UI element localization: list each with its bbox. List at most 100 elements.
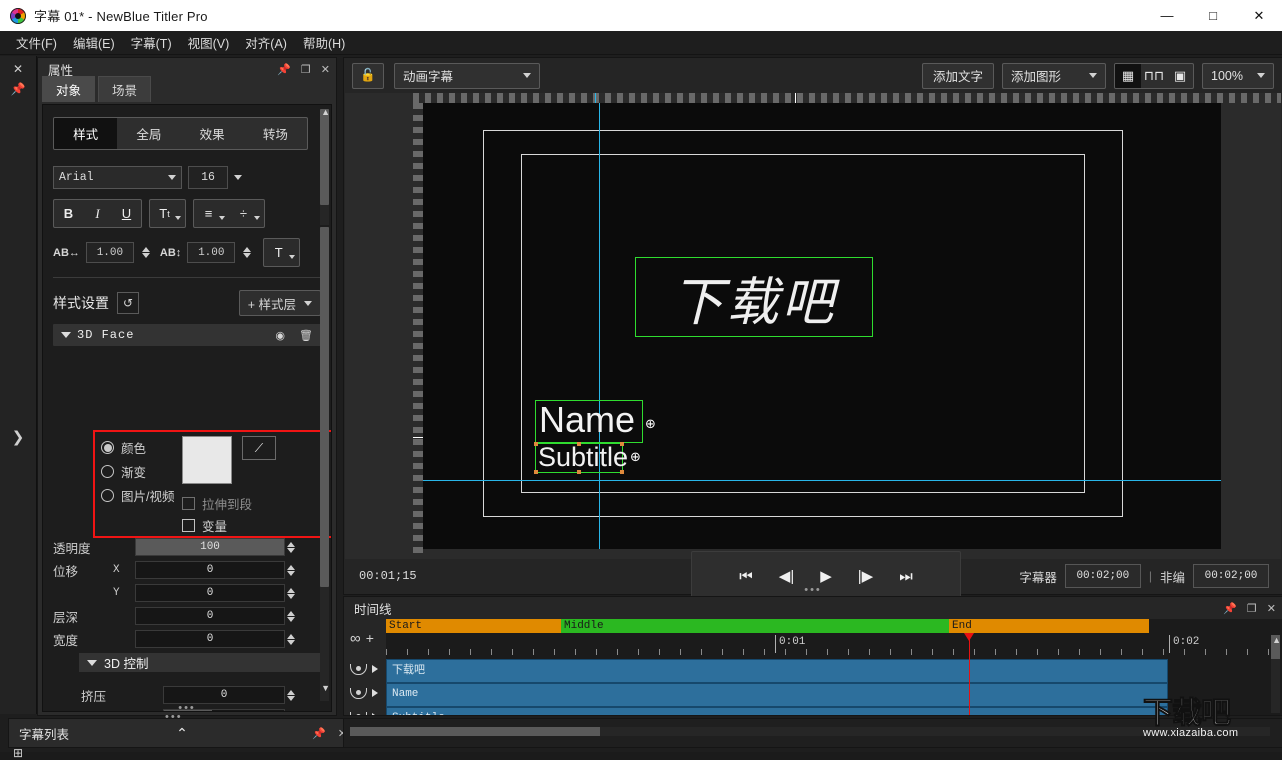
char-spacing-stepper[interactable] <box>142 247 150 258</box>
go-to-start-icon[interactable]: ⏮ <box>739 568 753 585</box>
rail-list-icon[interactable]: ⊞ <box>0 746 36 760</box>
preview-resize-dots[interactable]: ••• <box>804 584 822 596</box>
expand-chevron-up-icon[interactable]: ⌃ <box>176 725 188 742</box>
close-icon[interactable]: ✕ <box>1236 0 1282 31</box>
checkbox-variable[interactable]: 变量 <box>182 516 227 535</box>
field-opacity-stepper[interactable] <box>287 542 295 553</box>
titler-duration-input[interactable]: 00:02;00 <box>1065 564 1141 588</box>
menu-help[interactable]: 帮助(H) <box>295 30 353 55</box>
grid-icon[interactable]: ▦ <box>1115 64 1141 88</box>
field-depth-input[interactable]: 0 <box>135 607 285 625</box>
reset-style-icon[interactable]: ↺ <box>117 292 139 314</box>
timeline-close-icon[interactable]: ✕ <box>1267 602 1276 615</box>
text-tool-chevron-icon[interactable] <box>289 255 295 259</box>
track-visibility-icon[interactable] <box>350 664 367 675</box>
track-expand-icon[interactable] <box>372 689 378 697</box>
timeline-pin-icon[interactable]: 📌 <box>1223 602 1237 615</box>
timeline-scrollbar[interactable] <box>1271 635 1280 713</box>
eyedropper-icon[interactable]: ⟋ <box>242 436 276 460</box>
align-icon[interactable]: ≡ <box>194 201 223 226</box>
fill-color-swatch[interactable] <box>182 436 232 484</box>
radio-image-icon[interactable] <box>101 489 114 502</box>
section-3d-control[interactable]: 3D 控制 <box>79 653 329 672</box>
properties-scrollbar-upper[interactable] <box>320 109 329 225</box>
text-tool-icon[interactable]: T <box>264 240 293 265</box>
tab-object[interactable]: 对象 <box>42 76 95 102</box>
table-row[interactable]: Name <box>386 683 1168 707</box>
track-expand-icon[interactable] <box>372 713 378 716</box>
ruler-icon[interactable]: ⊓⊓ <box>1141 64 1167 88</box>
radio-gradient-icon[interactable] <box>101 465 114 478</box>
previous-frame-icon[interactable]: ◀| <box>779 567 794 585</box>
play-icon[interactable]: ▶ <box>820 567 832 585</box>
fill-mode-gradient[interactable]: 渐变 <box>101 462 174 481</box>
field-offset-y-stepper[interactable] <box>287 588 295 599</box>
field-opacity-input[interactable]: 100 <box>135 538 285 556</box>
fill-mode-color[interactable]: 颜色 <box>101 438 174 457</box>
text-case-icon[interactable]: Tt <box>150 201 179 226</box>
playhead[interactable] <box>969 633 970 715</box>
subtitle-list-pin-icon[interactable]: 📌 <box>312 727 326 740</box>
font-size-chevron-icon[interactable] <box>234 175 242 180</box>
field-width-stepper[interactable] <box>287 634 295 645</box>
properties-scrollbar-lower[interactable] <box>320 227 329 701</box>
field-depth-stepper[interactable] <box>287 611 295 622</box>
canvas-object-name[interactable]: Name <box>535 400 643 443</box>
guide-horizontal[interactable] <box>423 480 1221 481</box>
tab-scene[interactable]: 场景 <box>98 76 151 102</box>
3d-control-collapse-icon[interactable] <box>87 660 97 666</box>
scroll-up-arrow-icon[interactable]: ▲ <box>321 107 330 117</box>
font-size-input[interactable]: 16 <box>188 166 228 189</box>
field-width-input[interactable]: 0 <box>135 630 285 648</box>
canvas-object-title[interactable]: 下载吧 <box>635 257 873 337</box>
layer-header-3d-face[interactable]: 3D Face ◉ 🗑 <box>53 324 321 346</box>
segment-effects[interactable]: 效果 <box>181 118 244 149</box>
close-panel-icon[interactable]: ✕ <box>321 63 330 76</box>
field-extrude-stepper[interactable] <box>287 690 295 701</box>
fill-mode-image[interactable]: 图片/视频 <box>101 486 174 505</box>
pin-icon[interactable]: 📌 <box>277 63 291 76</box>
rail-pin-icon[interactable]: 📌 <box>0 82 36 96</box>
safe-area-icon[interactable]: ▣ <box>1167 64 1193 88</box>
checkbox-stretch-to-segment[interactable]: 拉伸到段 <box>182 494 252 513</box>
preview-stage[interactable]: 下载吧 Name ⊕ Subtitle ⊕ <box>423 103 1221 549</box>
timeline-float-icon[interactable]: ❐ <box>1247 602 1257 615</box>
vertical-ruler[interactable] <box>413 103 423 559</box>
table-row[interactable]: Subtitle <box>386 707 1168 716</box>
bottom-resize-dots[interactable]: ••• <box>165 711 183 723</box>
field-offset-x-input[interactable]: 0 <box>135 561 285 579</box>
variable-checkbox-icon[interactable] <box>182 519 195 532</box>
line-spacing-stepper[interactable] <box>243 247 251 258</box>
segment-global[interactable]: 全局 <box>117 118 180 149</box>
maximize-icon[interactable]: □ <box>1190 0 1236 31</box>
rail-expand-icon[interactable]: ❯ <box>0 428 36 446</box>
horizontal-ruler[interactable] <box>413 93 1281 103</box>
nle-duration-input[interactable]: 00:02;00 <box>1193 564 1269 588</box>
segment-style[interactable]: 样式 <box>54 118 117 149</box>
float-icon[interactable]: ❐ <box>301 63 311 76</box>
underline-button[interactable]: U <box>112 201 141 226</box>
add-track-icon[interactable]: + <box>366 630 374 646</box>
font-family-select[interactable]: Arial <box>53 166 182 189</box>
next-frame-icon[interactable]: |▶ <box>858 567 873 585</box>
field-offset-y-input[interactable]: 0 <box>135 584 285 602</box>
visibility-eye-icon[interactable]: ◉ <box>275 329 285 342</box>
rail-close-icon[interactable]: ✕ <box>0 62 36 76</box>
line-spacing-icon[interactable]: ÷ <box>229 201 258 226</box>
rotate-handle-subtitle-icon[interactable]: ⊕ <box>630 449 641 465</box>
track-visibility-icon[interactable] <box>350 688 367 699</box>
segment-transition[interactable]: 转场 <box>244 118 307 149</box>
guide-vertical[interactable] <box>599 103 600 549</box>
add-text-button[interactable]: 添加文字 <box>922 63 994 89</box>
text-case-chevron-icon[interactable] <box>175 216 181 220</box>
menu-align[interactable]: 对齐(A) <box>237 30 295 55</box>
segment-start[interactable]: Start <box>386 619 561 633</box>
table-row[interactable]: 下载吧 <box>386 659 1168 683</box>
track-visibility-icon[interactable] <box>350 712 367 717</box>
segment-end[interactable]: End <box>949 619 1149 633</box>
menu-title[interactable]: 字幕(T) <box>123 30 180 55</box>
go-to-end-icon[interactable]: ⏭ <box>899 568 913 585</box>
line-spacing-chevron-icon[interactable] <box>254 216 260 220</box>
bold-button[interactable]: B <box>54 201 83 226</box>
align-chevron-icon[interactable] <box>219 216 225 220</box>
